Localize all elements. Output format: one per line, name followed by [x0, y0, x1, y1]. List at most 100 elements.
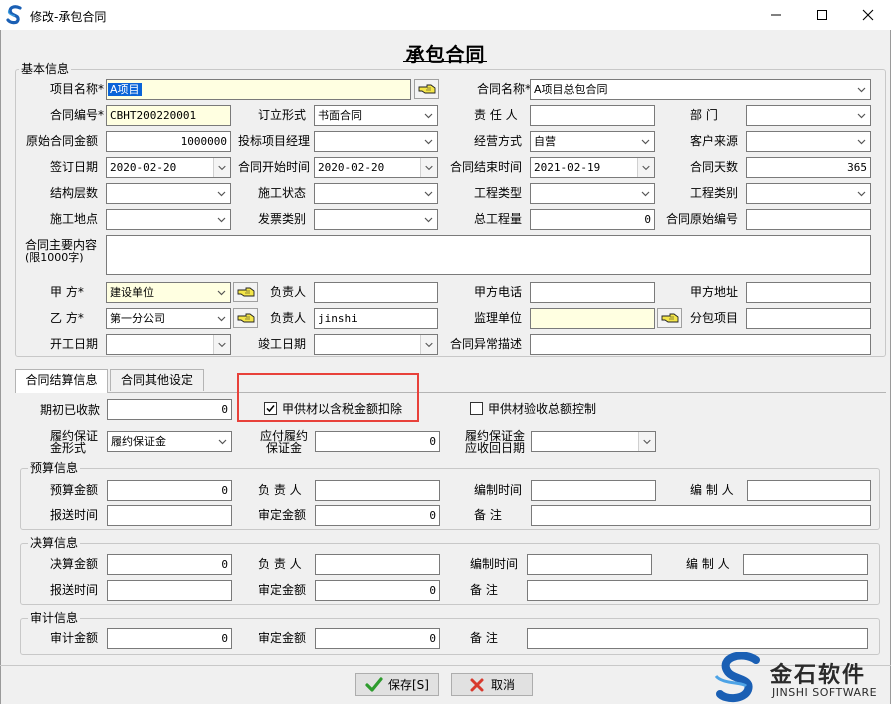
supervisor-picker-button[interactable]	[657, 308, 682, 328]
tab-settlement[interactable]: 合同结算信息	[15, 369, 108, 393]
bond-form-value: 履约保证金	[111, 435, 166, 448]
save-button[interactable]: 保存[S]	[355, 673, 439, 696]
bid-manager-combo[interactable]	[314, 131, 438, 152]
party-a-label: 甲 方*	[50, 285, 84, 299]
content-textarea[interactable]	[106, 235, 871, 275]
site-combo[interactable]	[106, 209, 231, 230]
department-combo[interactable]	[746, 105, 871, 126]
work-start-picker[interactable]	[106, 334, 231, 355]
b-contact-input[interactable]: jinshi	[314, 308, 438, 329]
total-quantity-label: 总工程量	[474, 212, 523, 226]
final-made-time-input[interactable]	[527, 554, 652, 575]
minimize-button[interactable]	[753, 0, 799, 30]
sign-form-combo[interactable]: 书面合同	[314, 105, 438, 126]
total-control-checkbox-label[interactable]: 甲供材验收总额控制	[488, 402, 596, 416]
person-in-charge-input[interactable]	[530, 105, 655, 126]
construction-state-combo[interactable]	[314, 183, 438, 204]
budget-made-time-input[interactable]	[531, 480, 656, 501]
start-time-picker[interactable]: 2020-02-20	[314, 157, 438, 178]
bond-form-combo[interactable]: 履约保证金	[107, 431, 232, 452]
total-quantity-input[interactable]: 0	[530, 209, 655, 230]
budget-note-label: 备 注	[474, 508, 502, 522]
end-time-picker[interactable]: 2021-02-19	[530, 157, 655, 178]
business-mode-value: 自营	[534, 135, 556, 148]
project-category-label: 工程类别	[690, 186, 739, 200]
project-category-combo[interactable]	[746, 183, 871, 204]
party-b-combo[interactable]: 第一分公司	[106, 308, 231, 329]
final-amount-input[interactable]: 0	[107, 554, 232, 575]
cancel-button-label: 取消	[490, 678, 515, 692]
supervisor-input[interactable]	[530, 308, 655, 329]
budget-send-time-input[interactable]	[107, 505, 232, 526]
budget-maker-input[interactable]	[747, 480, 871, 501]
subcontract-input[interactable]	[746, 308, 871, 329]
customer-source-label: 客户来源	[690, 134, 739, 148]
end-time-label: 合同结束时间	[450, 160, 523, 174]
a-contact-input[interactable]	[314, 282, 438, 303]
initial-received-label: 期初已收款	[40, 403, 101, 417]
audit-note-input[interactable]	[527, 628, 868, 649]
final-amount-label: 决算金额	[50, 557, 99, 571]
contract-no-input[interactable]: CBHT200220001	[106, 105, 231, 126]
close-icon	[862, 9, 874, 21]
party-b-label: 乙 方*	[50, 311, 84, 325]
exception-input[interactable]	[530, 334, 871, 355]
project-picker-button[interactable]	[414, 79, 439, 99]
budget-maker-label: 编 制 人	[690, 483, 734, 497]
tab-other-settings[interactable]: 合同其他设定	[110, 369, 204, 391]
original-no-input[interactable]	[746, 209, 871, 230]
initial-received-input[interactable]: 0	[107, 399, 232, 420]
checkmark-icon	[266, 405, 275, 413]
original-amount-input[interactable]: 1000000	[106, 131, 231, 152]
audit-amount-label: 审计金额	[50, 631, 99, 645]
final-group-title: 决算信息	[28, 536, 81, 550]
budget-amount-input[interactable]: 0	[107, 480, 232, 501]
b-contact-label: 负责人	[270, 311, 307, 325]
a-phone-input[interactable]	[530, 282, 655, 303]
party-a-picker-button[interactable]	[233, 282, 258, 302]
chevron-down-icon	[424, 139, 433, 145]
business-mode-label: 经营方式	[474, 134, 523, 148]
contract-name-combo[interactable]: A项目总包合同	[530, 79, 871, 100]
customer-source-combo[interactable]	[746, 131, 871, 152]
bond-date-picker[interactable]	[531, 431, 656, 452]
budget-note-input[interactable]	[531, 505, 871, 526]
maximize-button[interactable]	[799, 0, 845, 30]
final-contact-input[interactable]	[315, 554, 440, 575]
heading-underline	[403, 61, 487, 62]
cancel-button[interactable]: 取消	[451, 673, 533, 696]
close-button[interactable]	[845, 0, 891, 30]
party-a-combo[interactable]: 建设单位	[106, 282, 231, 303]
final-note-input[interactable]	[527, 580, 868, 601]
chevron-down-icon	[213, 335, 230, 354]
a-address-input[interactable]	[746, 282, 871, 303]
days-input[interactable]: 365	[746, 157, 871, 178]
department-label: 部 门	[690, 108, 718, 122]
deduct-checkbox-label[interactable]: 甲供材以含税金额扣除	[282, 402, 402, 416]
deduct-checkbox[interactable]	[264, 402, 277, 415]
project-name-input[interactable]: A项目	[106, 79, 411, 100]
audit-approved-input[interactable]: 0	[315, 628, 440, 649]
final-maker-input[interactable]	[743, 554, 868, 575]
sign-form-label: 订立形式	[258, 108, 307, 122]
party-b-picker-button[interactable]	[233, 308, 258, 328]
chevron-down-icon	[420, 335, 437, 354]
contract-name-label: 合同名称*	[477, 82, 532, 96]
final-approved-input[interactable]: 0	[315, 580, 440, 601]
project-type-label: 工程类型	[474, 186, 523, 200]
budget-amount-label: 预算金额	[50, 483, 99, 497]
invoice-type-combo[interactable]	[314, 209, 438, 230]
audit-amount-input[interactable]: 0	[107, 628, 232, 649]
bond-payable-input[interactable]: 0	[315, 431, 440, 452]
party-b-value: 第一分公司	[110, 312, 165, 325]
structure-floors-combo[interactable]	[106, 183, 231, 204]
sign-date-picker[interactable]: 2020-02-20	[106, 157, 231, 178]
budget-contact-input[interactable]	[315, 480, 440, 501]
business-mode-combo[interactable]: 自营	[530, 131, 655, 152]
work-end-picker[interactable]	[314, 334, 438, 355]
final-send-time-input[interactable]	[107, 580, 232, 601]
budget-approved-input[interactable]: 0	[315, 505, 440, 526]
project-type-combo[interactable]	[530, 183, 655, 204]
content-label: 合同主要内容	[25, 238, 98, 252]
total-control-checkbox[interactable]	[470, 402, 483, 415]
